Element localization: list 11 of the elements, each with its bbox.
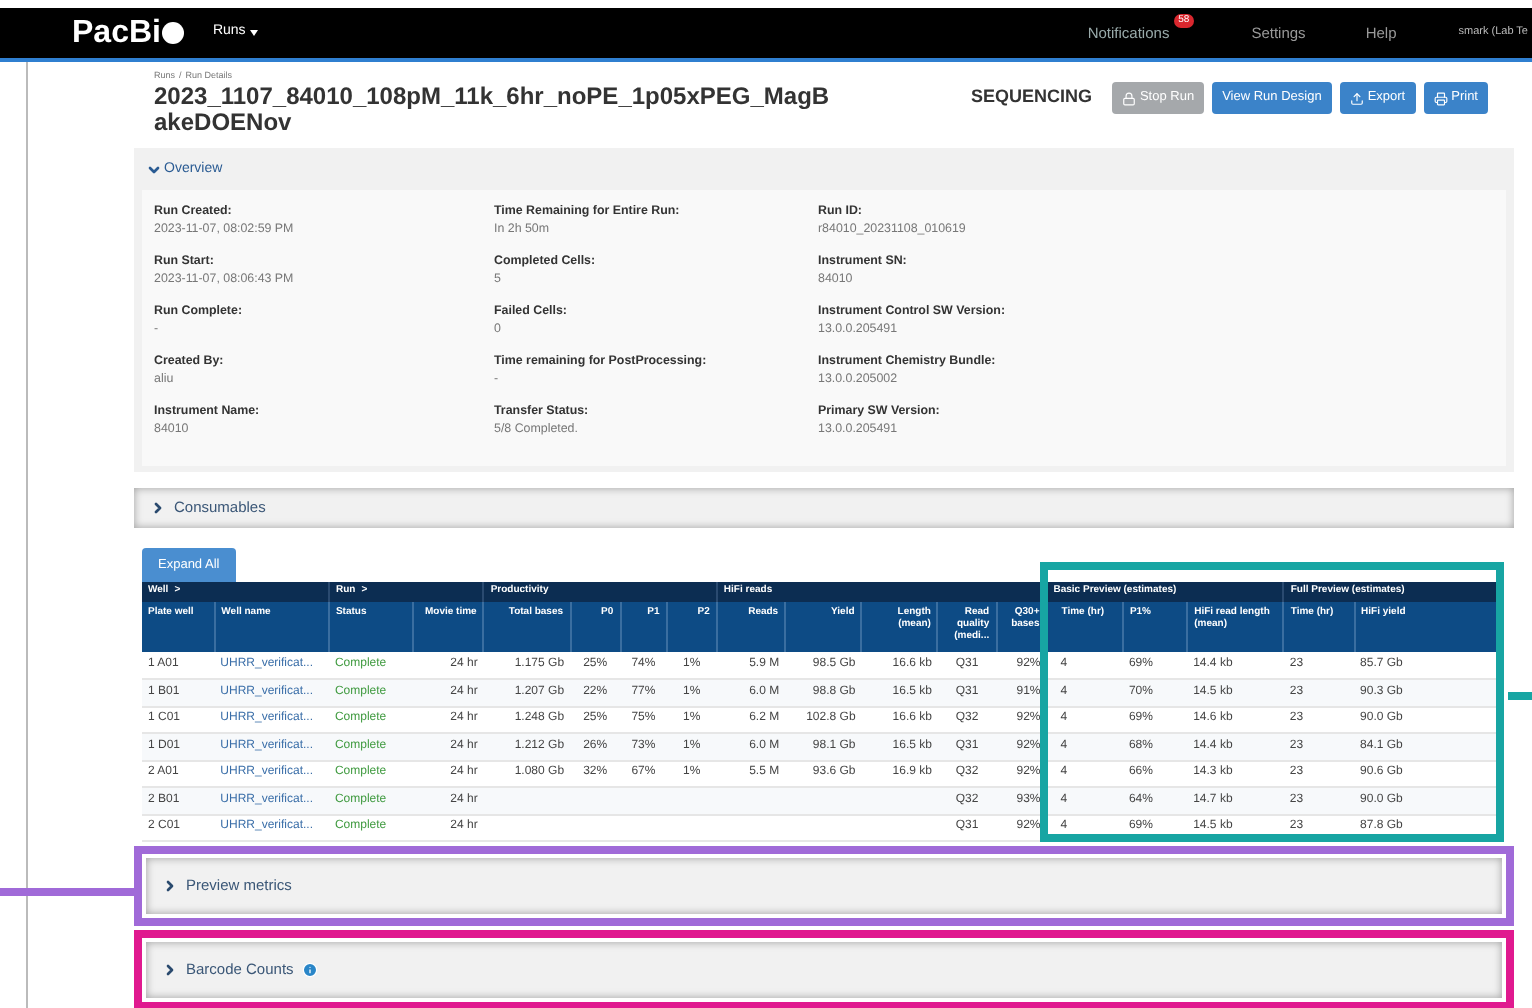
printer-icon <box>1433 91 1448 105</box>
chevron-right-icon <box>162 962 178 978</box>
upload-icon <box>1349 91 1364 105</box>
chevron-right-icon <box>150 500 166 516</box>
chevron-right-icon <box>162 878 178 894</box>
run-status: SEQUENCING <box>970 84 1092 111</box>
pacbio-logo: PacBi <box>72 9 185 57</box>
caret-icon <box>249 30 258 36</box>
chevron-down-icon <box>146 162 162 179</box>
run-title: 2023_1107_84010_108pM_11k_6hr_noPE_1p05xPEG_MagBakeDOENov <box>154 83 832 136</box>
lock-icon <box>1121 91 1136 105</box>
